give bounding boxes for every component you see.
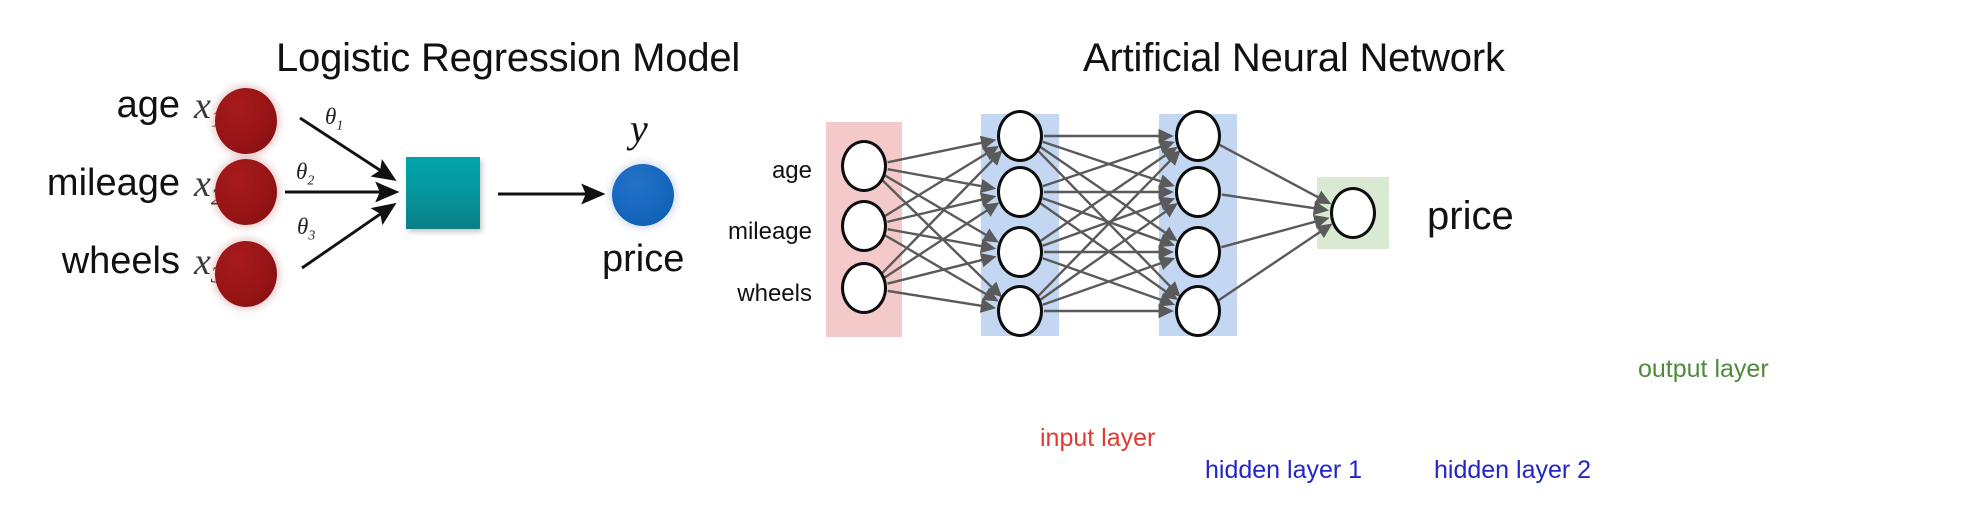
nn-hidden1-neuron-1: [997, 110, 1043, 162]
weight-label-theta1: θ1: [325, 104, 343, 134]
nn-input-neuron-mileage: [841, 200, 887, 252]
logistic-regression-title: Logistic Regression Model: [276, 36, 741, 80]
lr-output-symbol: y: [630, 106, 648, 151]
nn-connection: [1039, 145, 1178, 242]
nn-connection: [887, 168, 997, 194]
nn-output-label: price: [1427, 194, 1514, 238]
nn-connection: [1039, 146, 1178, 243]
nn-caption-input-layer: input layer: [1040, 424, 1156, 452]
artificial-neural-network-title: Artificial Neural Network: [1083, 36, 1505, 80]
lr-input-node-wheels: [215, 241, 277, 307]
diagram-canvas: Logistic Regression Model Artificial Neu…: [0, 0, 1976, 520]
nn-connection: [1039, 202, 1178, 301]
nn-connection: [1221, 193, 1330, 216]
nn-connection: [1220, 214, 1330, 249]
nn-input-label-age: age: [771, 157, 812, 184]
lr-input-node-age: [215, 88, 277, 154]
weight-theta1-symbol: θ: [325, 104, 337, 129]
nn-hidden1-neuron-3: [997, 226, 1043, 278]
nn-hidden2-neuron-2: [1175, 166, 1221, 218]
feature-variable-x2-symbol: x: [194, 163, 211, 205]
lr-arrow-theta3: [301, 202, 397, 270]
nn-connection: [1042, 139, 1175, 188]
nn-hidden2-neuron-1: [1175, 110, 1221, 162]
lr-input-node-mileage: [215, 159, 277, 225]
nn-hidden2-neuron-3: [1175, 226, 1221, 278]
weight-theta3-subscript: 3: [308, 227, 316, 243]
feature-label-wheels: wheels: [61, 240, 180, 282]
nn-hidden1-neuron-4: [997, 285, 1043, 337]
feature-label-age: age: [116, 84, 180, 126]
nn-connection: [1042, 197, 1176, 248]
feature-variable-x1-symbol: x: [194, 85, 211, 127]
nn-caption-output-layer: output layer: [1638, 355, 1769, 383]
nn-connection: [1042, 257, 1176, 307]
nn-hidden2-neuron-4: [1175, 285, 1221, 337]
weight-label-theta2: θ2: [296, 159, 314, 189]
nn-connection: [1039, 202, 1178, 301]
nn-input-label-mileage: mileage: [727, 218, 812, 245]
weight-theta3-symbol: θ: [297, 214, 309, 239]
nn-connection: [1042, 256, 1176, 306]
nn-input-neuron-wheels: [841, 262, 887, 314]
nn-connection: [887, 192, 997, 223]
lr-summation-box: [406, 157, 480, 229]
lr-output-label: price: [602, 238, 685, 280]
nn-connection: [887, 228, 997, 254]
nn-connection: [887, 135, 997, 164]
lr-output-node: [612, 164, 674, 226]
feature-label-mileage: mileage: [46, 162, 180, 204]
nn-input-label-wheels: wheels: [737, 280, 812, 307]
nn-output-neuron: [1330, 187, 1376, 239]
feature-variable-x3-symbol: x: [194, 241, 211, 283]
nn-caption-hidden-layer-1: hidden layer 1: [1205, 456, 1363, 484]
nn-hidden1-neuron-2: [997, 166, 1043, 218]
weight-label-theta3: θ3: [297, 214, 315, 244]
weight-theta1-subscript: 1: [336, 117, 344, 133]
nn-input-neuron-age: [841, 140, 887, 192]
nn-connection: [887, 289, 997, 313]
nn-connection: [887, 253, 997, 285]
nn-connection: [1042, 140, 1175, 189]
weight-theta2-symbol: θ: [296, 159, 308, 184]
nn-connection: [1042, 196, 1176, 247]
weight-theta2-subscript: 2: [307, 172, 315, 188]
nn-caption-hidden-layer-2: hidden layer 2: [1434, 456, 1592, 484]
